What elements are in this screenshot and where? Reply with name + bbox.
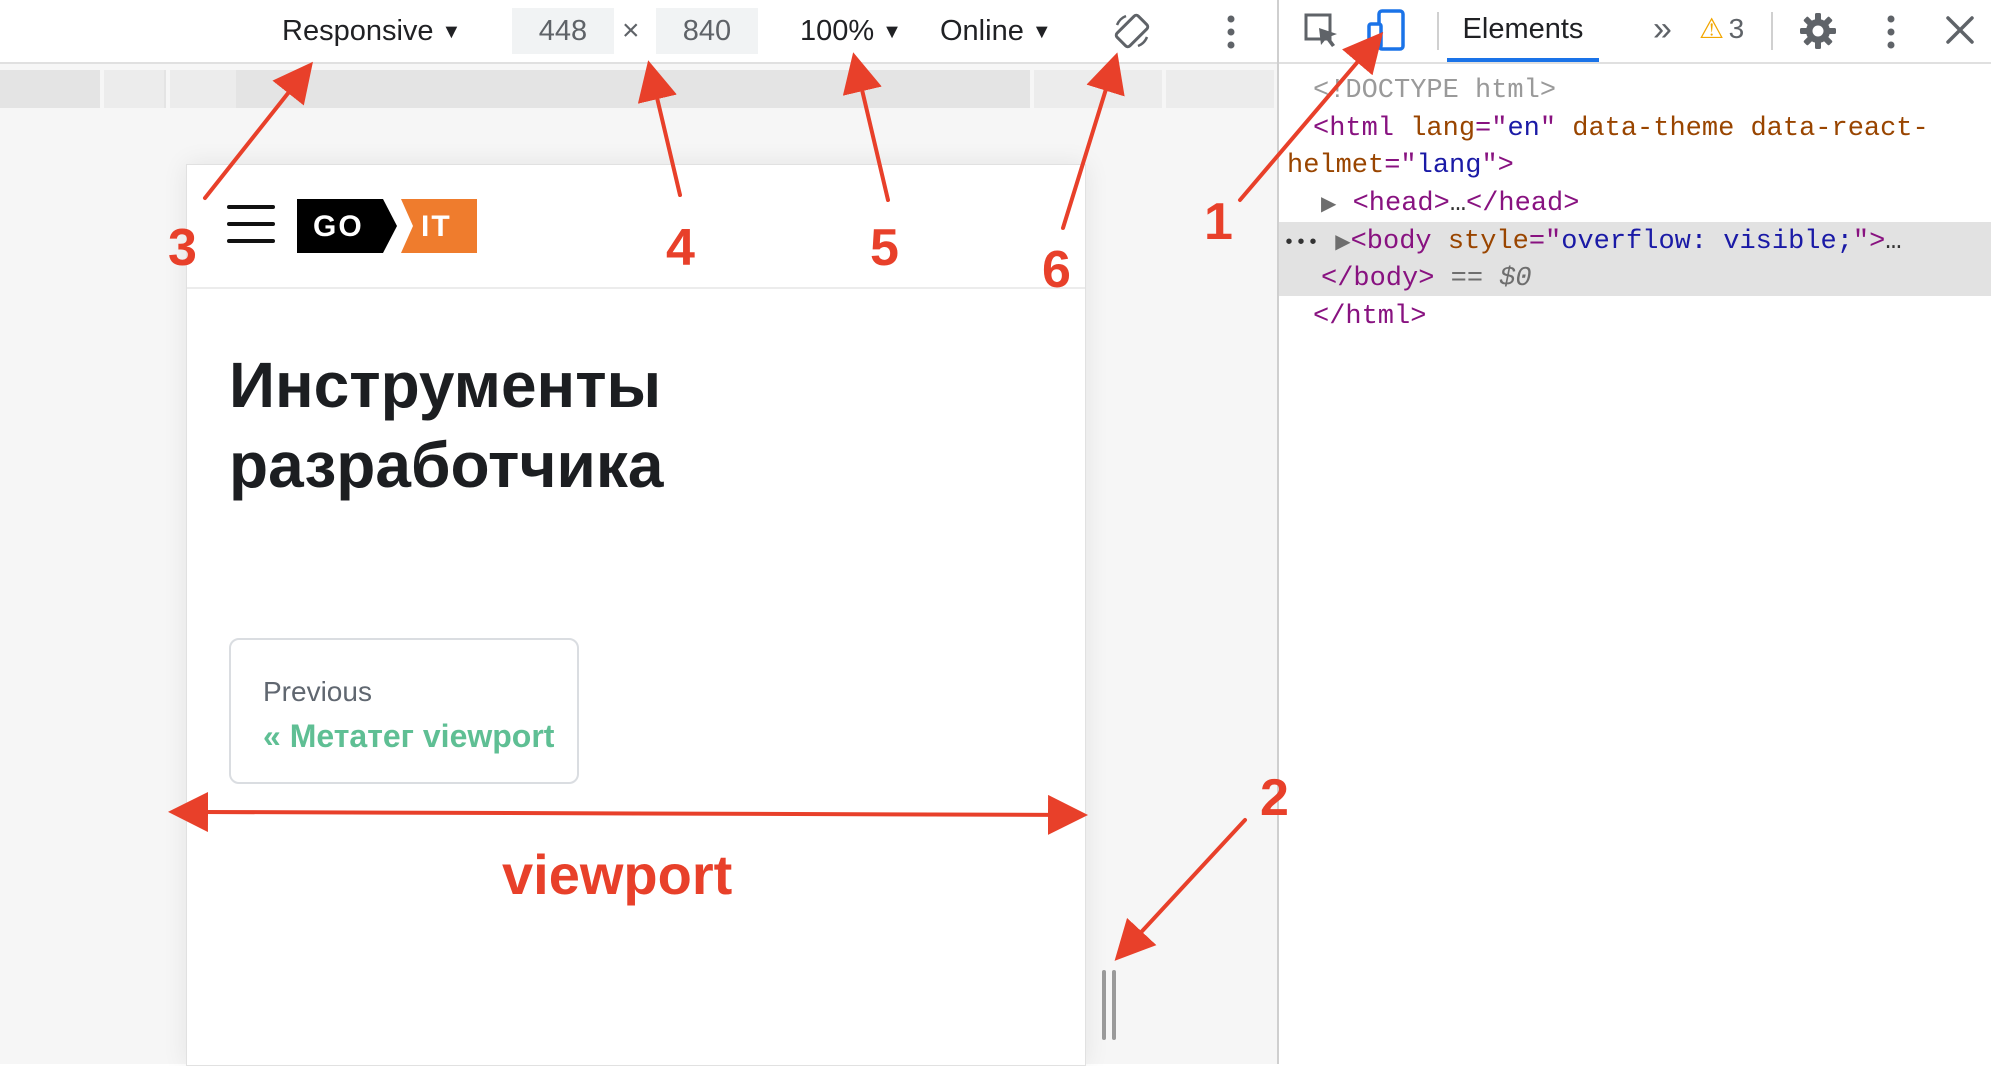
warnings-count: 3 — [1728, 13, 1745, 44]
dimension-separator: × — [622, 14, 640, 47]
annotation-number-3: 3 — [168, 219, 197, 277]
kebab-menu-icon — [1887, 15, 1895, 49]
annotation-number-5: 5 — [870, 219, 899, 277]
devtools-toolbar: Elements » ⚠ 3 — [1279, 0, 1991, 64]
chevron-down-icon: ▼ — [441, 21, 462, 44]
width-input[interactable]: 448 — [512, 8, 614, 54]
throttling-select[interactable]: Online ▼ — [940, 0, 1052, 63]
expand-triangle-icon[interactable]: ▶ — [1335, 232, 1350, 255]
zoom-select-label: 100% — [800, 15, 875, 47]
logo-text-it: IT — [421, 210, 452, 243]
ruler-segment[interactable] — [100, 70, 164, 108]
node-actions-icon[interactable]: ••• — [1283, 232, 1319, 255]
zoom-select[interactable]: 100% ▼ — [800, 0, 902, 63]
rotate-button[interactable] — [1112, 11, 1152, 51]
chevron-down-icon: ▼ — [882, 21, 902, 44]
media-query-ruler[interactable] — [0, 70, 1274, 108]
rotate-icon — [1114, 13, 1150, 49]
viewport-label: viewport — [502, 843, 733, 906]
toggle-device-toolbar-button[interactable] — [1365, 8, 1409, 52]
devtools-panel: Elements » ⚠ 3 <!DOCTYPE html> <html lan… — [1279, 0, 1991, 1064]
dom-html-node[interactable]: <html lang="en" data-theme data-react- — [1313, 110, 1929, 148]
annotation-number-6: 6 — [1042, 241, 1071, 299]
page-title: Инструменты разработчика — [229, 349, 664, 501]
warnings-counter[interactable]: ⚠ 3 — [1699, 0, 1744, 62]
ruler-segment[interactable] — [1162, 70, 1274, 108]
hamburger-icon — [227, 239, 275, 243]
toolbar-separator — [1771, 12, 1773, 50]
dom-head-node[interactable]: ▶ <head>…</head> — [1321, 185, 1579, 225]
annotation-number-1: 1 — [1204, 193, 1233, 251]
annotation-number-2: 2 — [1260, 769, 1289, 827]
close-icon — [1946, 16, 1974, 44]
devtools-menu-button[interactable] — [1885, 14, 1897, 50]
more-options-button[interactable] — [1225, 14, 1237, 50]
device-toggle-icon — [1367, 9, 1405, 51]
dom-body-close[interactable]: </body> == $0 — [1321, 260, 1532, 298]
hamburger-icon — [227, 222, 275, 226]
height-input[interactable]: 840 — [656, 8, 758, 54]
kebab-menu-icon — [1227, 15, 1235, 49]
ruler-segment[interactable] — [1030, 70, 1164, 108]
goit-logo[interactable]: GO IT — [297, 199, 477, 253]
logo-text-go: GO — [313, 210, 364, 243]
previous-label: Previous — [263, 676, 372, 707]
close-devtools-button[interactable] — [1944, 14, 1976, 46]
annotation-number-4: 4 — [666, 219, 695, 277]
dom-html-close[interactable]: </html> — [1313, 298, 1426, 336]
inspect-element-button[interactable] — [1303, 12, 1341, 50]
dom-doctype[interactable]: <!DOCTYPE html> — [1313, 72, 1556, 110]
inspect-cursor-icon — [1304, 13, 1337, 47]
settings-button[interactable] — [1799, 12, 1837, 50]
hamburger-icon — [227, 205, 275, 209]
warning-icon: ⚠ — [1699, 13, 1725, 44]
dom-html-node-wrap[interactable]: helmet="lang"> — [1287, 147, 1514, 185]
throttling-select-label: Online — [940, 15, 1024, 47]
toolbar-separator — [1437, 12, 1439, 50]
emulated-viewport: GO IT Инструменты разработчика Previous … — [186, 164, 1086, 1066]
dom-body-node[interactable]: ••• ▶<body style="overflow: visible;">… — [1283, 223, 1902, 263]
resize-grip-icon — [1112, 970, 1116, 1040]
resize-grip-icon — [1102, 970, 1106, 1040]
site-header: GO IT — [187, 165, 1085, 289]
tab-elements[interactable]: Elements — [1447, 0, 1599, 62]
chevron-down-icon: ▼ — [1031, 21, 1052, 44]
more-tabs-button[interactable]: » — [1653, 0, 1672, 58]
device-select-label: Responsive — [282, 15, 434, 47]
device-toolbar: Responsive ▼ 448 × 840 100% ▼ Online ▼ — [0, 0, 1277, 64]
viewport-resize-handle[interactable] — [1100, 970, 1120, 1040]
hamburger-menu-button[interactable] — [187, 165, 287, 287]
expand-triangle-icon[interactable]: ▶ — [1321, 194, 1336, 217]
ruler-segment[interactable] — [166, 70, 236, 108]
device-select[interactable]: Responsive ▼ — [282, 0, 461, 63]
gear-icon — [1800, 13, 1836, 49]
previous-page-card[interactable]: Previous « Метатег viewport — [229, 638, 579, 784]
previous-link[interactable]: « Метатег viewport — [263, 718, 554, 755]
selected-node-marker: == $0 — [1450, 264, 1532, 294]
